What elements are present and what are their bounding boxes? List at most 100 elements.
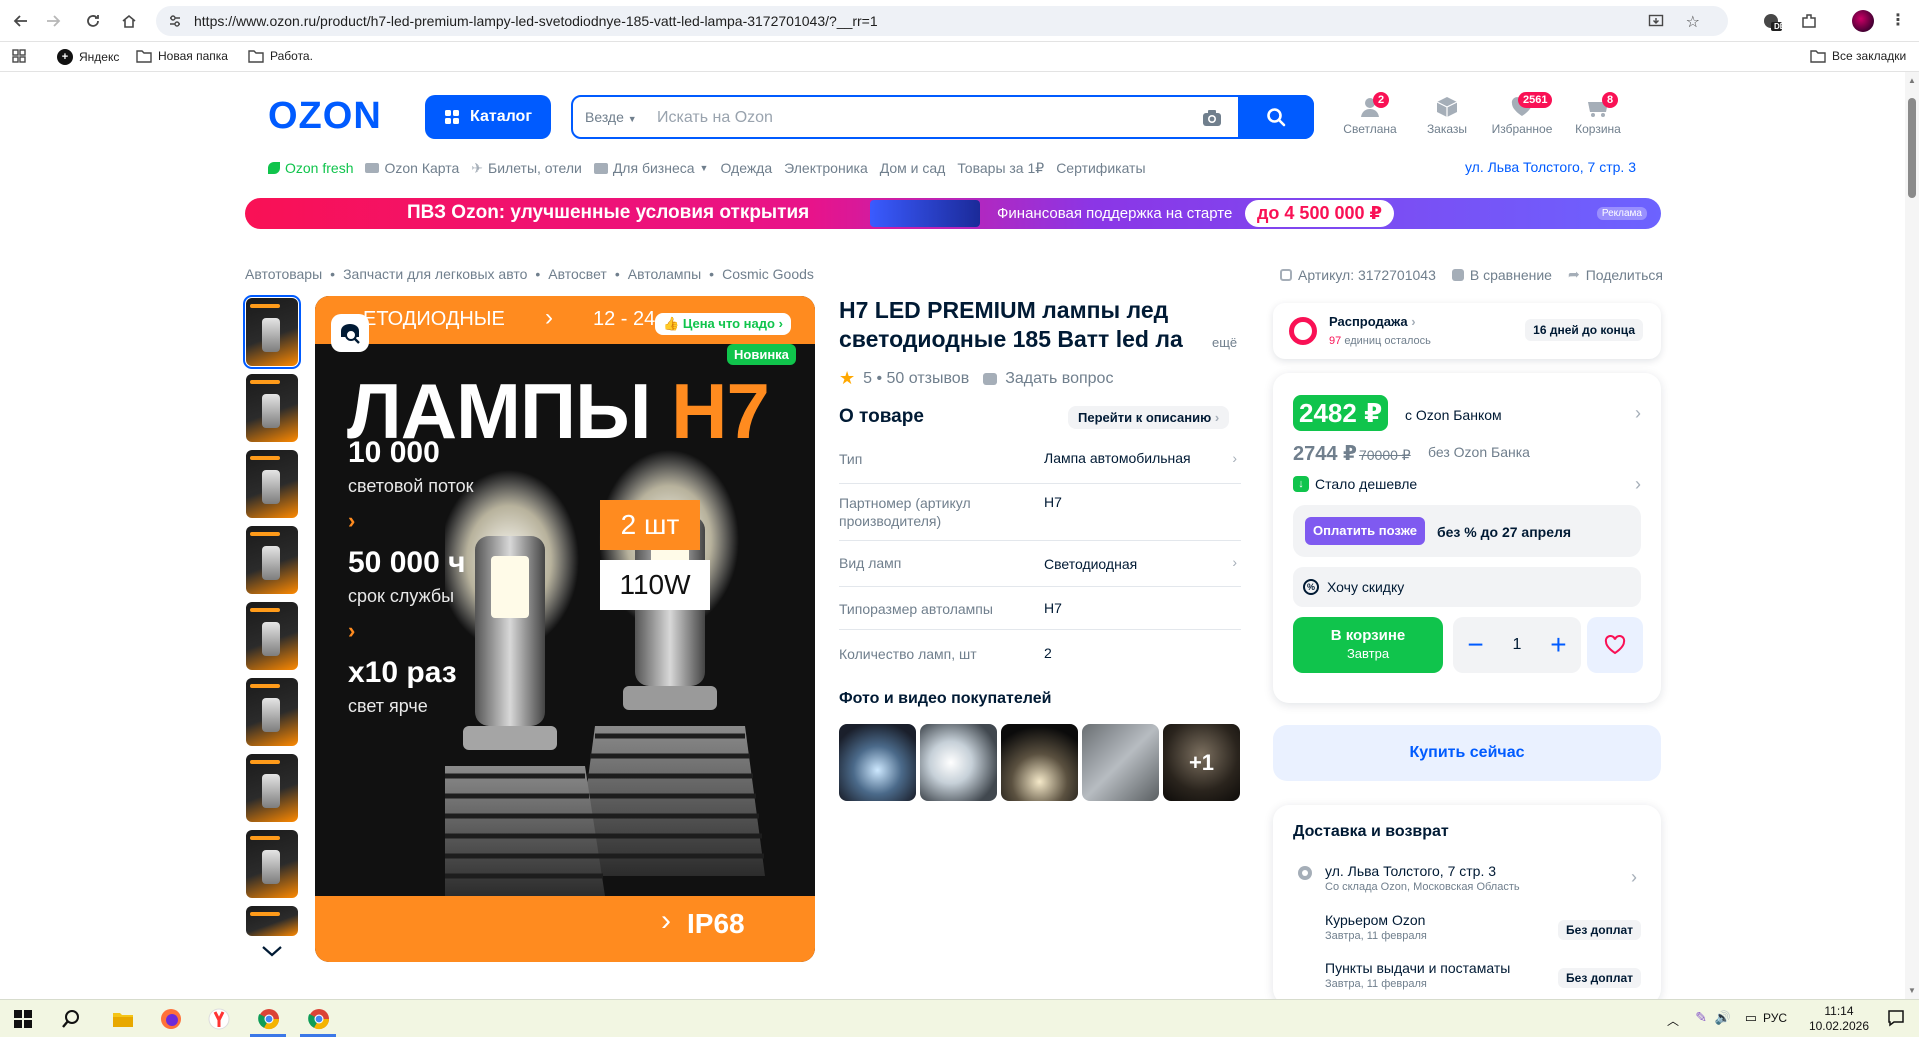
- nav-ozon-card[interactable]: Ozon Карта: [365, 158, 459, 178]
- header-orders[interactable]: Заказы: [1412, 96, 1482, 136]
- in-cart-button[interactable]: В корзине Завтра: [1293, 617, 1443, 673]
- ask-question-link[interactable]: Задать вопрос: [1005, 370, 1113, 388]
- language-indicator[interactable]: РУС: [1763, 1011, 1787, 1025]
- spec-row[interactable]: Тип Лампа автомобильная ›: [839, 450, 1241, 484]
- breadcrumb-item[interactable]: Cosmic Goods: [722, 266, 814, 282]
- bookmark-star-icon[interactable]: ☆: [1686, 12, 1700, 32]
- scrollbar-thumb[interactable]: [1908, 98, 1916, 198]
- plus-icon[interactable]: +: [1550, 631, 1566, 659]
- breadcrumb-item[interactable]: Автосвет: [548, 266, 607, 282]
- nav-certificates[interactable]: Сертификаты: [1056, 158, 1145, 178]
- gallery-thumbnail[interactable]: [246, 906, 298, 936]
- install-app-icon[interactable]: [1648, 13, 1664, 29]
- ozon-logo[interactable]: OZON: [268, 96, 382, 136]
- yandex-browser-icon[interactable]: [206, 1006, 232, 1032]
- extensions-icon[interactable]: [1800, 12, 1818, 30]
- chevron-up-icon[interactable]: ︿: [1667, 1012, 1679, 1029]
- nav-clothes[interactable]: Одежда: [720, 158, 772, 178]
- promo-banner[interactable]: ПВЗ Ozon: улучшенные условия открытия Фи…: [245, 198, 1661, 229]
- notifications-icon[interactable]: [1887, 1009, 1905, 1027]
- spec-row[interactable]: Вид ламп Светодиодная ›: [839, 554, 1241, 587]
- breadcrumb-item[interactable]: Запчасти для легковых авто: [343, 266, 527, 282]
- address-bar[interactable]: https://www.ozon.ru/product/h7-led-premi…: [156, 6, 1728, 36]
- chevron-right-icon[interactable]: ›: [1631, 867, 1637, 888]
- bookmark-folder-work[interactable]: Работа.: [248, 49, 313, 63]
- nav-business[interactable]: Для бизнеса ▼: [593, 158, 708, 178]
- site-settings-icon[interactable]: [168, 14, 182, 28]
- all-bookmarks[interactable]: Все закладки: [1810, 49, 1906, 63]
- back-icon[interactable]: [8, 8, 34, 34]
- pay-later-button[interactable]: Оплатить позже: [1305, 517, 1425, 545]
- pay-later-widget[interactable]: Оплатить позже без % до 27 апреля: [1293, 505, 1641, 557]
- breadcrumb-item[interactable]: Автотовары: [245, 266, 322, 282]
- gallery-thumbnail[interactable]: [246, 602, 298, 670]
- minus-icon[interactable]: −: [1467, 631, 1483, 659]
- chrome-icon[interactable]: [306, 1006, 332, 1032]
- customer-photo[interactable]: [920, 724, 997, 801]
- product-main-image[interactable]: ЕТОДИОДНЫЕ › 12 - 24 👍 Цена что надо › Н…: [315, 296, 815, 962]
- gallery-thumbnail[interactable]: [243, 295, 301, 369]
- reviews-link[interactable]: 5 • 50 отзывов: [863, 370, 969, 388]
- gallery-thumbnail[interactable]: [246, 374, 298, 442]
- delivery-address-row[interactable]: ул. Льва Толстого, 7 стр. 3 Со склада Oz…: [1325, 863, 1520, 893]
- nav-electronics[interactable]: Электроника: [784, 158, 868, 178]
- favorite-button[interactable]: [1587, 617, 1643, 673]
- chrome-icon[interactable]: [256, 1006, 282, 1032]
- forward-icon[interactable]: [40, 8, 66, 34]
- pen-icon[interactable]: ✎: [1695, 1009, 1707, 1026]
- share-button[interactable]: ➦ Поделиться: [1568, 266, 1663, 283]
- scroll-up-icon[interactable]: ▲: [1908, 76, 1916, 85]
- header-favorites[interactable]: 2561 Избранное: [1487, 92, 1557, 136]
- scroll-down-icon[interactable]: ▼: [1908, 986, 1916, 995]
- gallery-thumbnail[interactable]: [246, 526, 298, 594]
- want-discount-button[interactable]: % Хочу скидку: [1293, 567, 1641, 607]
- file-explorer-icon[interactable]: [110, 1006, 136, 1032]
- customer-photo-more[interactable]: +1: [1163, 724, 1240, 801]
- browser-menu-icon[interactable]: ⋮: [1890, 10, 1906, 30]
- goto-description-button[interactable]: Перейти к описанию ›: [1068, 406, 1230, 429]
- gallery-thumbnail[interactable]: [246, 678, 298, 746]
- search-button[interactable]: [1238, 95, 1314, 139]
- windows-start-icon[interactable]: [10, 1006, 36, 1032]
- home-icon[interactable]: [116, 8, 142, 34]
- page-scrollbar[interactable]: ▲ ▼: [1905, 72, 1919, 999]
- bookmark-yandex[interactable]: + Яндекс: [57, 49, 119, 65]
- chevron-right-icon[interactable]: ›: [1635, 474, 1641, 495]
- nav-ozon-fresh[interactable]: Ozon fresh: [268, 158, 353, 178]
- search-icon[interactable]: [58, 1006, 84, 1032]
- article-number[interactable]: Артикул: 3172701043: [1280, 266, 1436, 283]
- customer-photo[interactable]: [1082, 724, 1159, 801]
- nav-one-ruble[interactable]: Товары за 1₽: [957, 158, 1044, 178]
- reload-icon[interactable]: [80, 8, 106, 34]
- customer-photo[interactable]: [1001, 724, 1078, 801]
- sale-widget[interactable]: Распродажа › 97 единиц осталось 16 дней …: [1273, 303, 1661, 359]
- buy-now-button[interactable]: Купить сейчас: [1273, 725, 1661, 781]
- compare-button[interactable]: В сравнение: [1451, 266, 1552, 283]
- clock[interactable]: 11:14 10.02.2026: [1809, 1004, 1869, 1034]
- search-input[interactable]: [657, 104, 1077, 132]
- volume-icon[interactable]: 🔊: [1715, 1010, 1731, 1026]
- firefox-icon[interactable]: [158, 1006, 184, 1032]
- chevron-down-icon[interactable]: [261, 944, 283, 958]
- bookmark-folder-new[interactable]: Новая папка: [136, 49, 228, 63]
- nav-home-garden[interactable]: Дом и сад: [880, 158, 946, 178]
- gallery-thumbnail[interactable]: [246, 450, 298, 518]
- chevron-right-icon[interactable]: ›: [1635, 403, 1641, 424]
- header-profile[interactable]: 2 Светлана: [1335, 92, 1405, 136]
- camera-icon[interactable]: [1202, 109, 1222, 127]
- avatar[interactable]: [1852, 10, 1874, 32]
- search-scope-select[interactable]: Везде ▼: [585, 109, 637, 125]
- breadcrumb-item[interactable]: Автолампы: [628, 266, 701, 282]
- customer-photo[interactable]: [839, 724, 916, 801]
- price-dropped[interactable]: ↓ Стало дешевле: [1293, 476, 1417, 492]
- nav-tickets[interactable]: ✈ Билеты, отели: [471, 158, 582, 178]
- image-search-icon[interactable]: [331, 314, 369, 352]
- gallery-thumbnail[interactable]: [246, 754, 298, 822]
- gallery-thumbnail[interactable]: [246, 830, 298, 898]
- price-tag-badge[interactable]: 👍 Цена что надо ›: [655, 313, 791, 335]
- title-more-link[interactable]: ещё: [1212, 335, 1237, 350]
- header-cart[interactable]: 8 Корзина: [1563, 92, 1633, 136]
- delivery-address[interactable]: ул. Льва Толстого, 7 стр. 3: [1465, 159, 1636, 175]
- catalog-button[interactable]: Каталог: [425, 95, 551, 139]
- network-icon[interactable]: ▭: [1745, 1010, 1757, 1026]
